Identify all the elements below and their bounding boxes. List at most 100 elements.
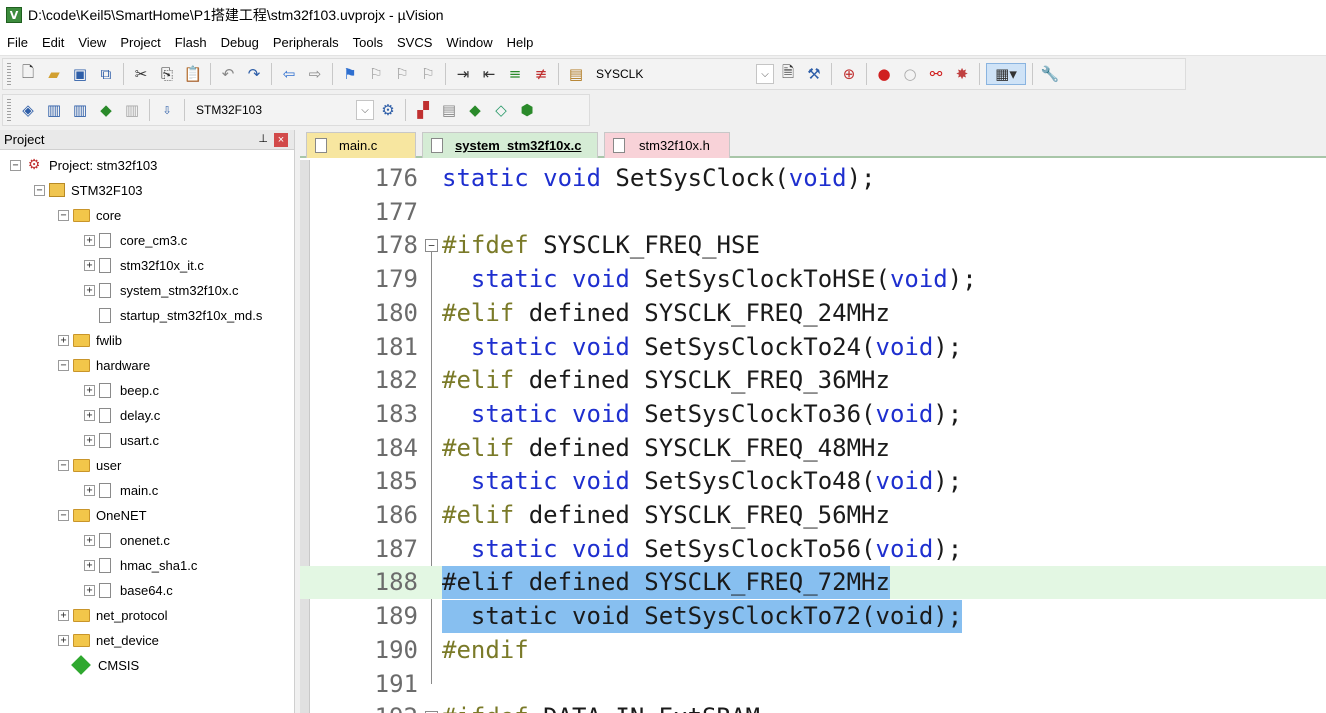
window-layout-icon[interactable]: ▦▾ bbox=[986, 63, 1026, 85]
rebuild-icon[interactable]: ▥ bbox=[69, 99, 91, 121]
pin-icon[interactable]: ⊥ bbox=[258, 132, 268, 145]
chevron-down-icon[interactable]: ⌵ bbox=[356, 100, 374, 120]
clear-bookmarks-icon[interactable]: ⚐ bbox=[417, 63, 439, 85]
bookmark-icon[interactable]: ⚑ bbox=[339, 63, 361, 85]
tree-item-target[interactable]: − STM32F103 bbox=[34, 179, 143, 201]
tree-item-file[interactable]: + delay.c bbox=[84, 404, 160, 426]
tree-item-project-root[interactable]: − ⚙ Project: stm32f103 bbox=[10, 154, 157, 176]
target-select[interactable]: STM32F103 ⌵ bbox=[189, 99, 375, 121]
menu-edit[interactable]: Edit bbox=[35, 32, 71, 54]
navigate-back-icon[interactable]: ⇦ bbox=[278, 63, 300, 85]
save-all-icon[interactable]: ⧉ bbox=[95, 63, 117, 85]
expand-icon[interactable]: + bbox=[84, 234, 95, 246]
comment-icon[interactable]: ≡ bbox=[504, 63, 526, 85]
tree-item-file[interactable]: + usart.c bbox=[84, 429, 159, 451]
menu-svcs[interactable]: SVCS bbox=[390, 32, 439, 54]
find-icon[interactable]: 🗎 bbox=[777, 63, 799, 85]
expand-icon[interactable]: + bbox=[84, 259, 95, 271]
debug-session-icon[interactable]: ⊕ bbox=[838, 63, 860, 85]
tree-item-group-net_protocol[interactable]: + net_protocol bbox=[58, 604, 168, 626]
batch-build-icon[interactable]: ◆ bbox=[95, 99, 117, 121]
tree-item-group-onenet[interactable]: − OneNET bbox=[58, 504, 147, 526]
expand-icon[interactable]: + bbox=[84, 384, 95, 396]
copy-icon[interactable]: ⎘ bbox=[156, 63, 178, 85]
tree-item-file[interactable]: + onenet.c bbox=[84, 529, 170, 551]
download-load-icon[interactable]: ⇩ bbox=[156, 99, 178, 121]
navigate-forward-icon[interactable]: ⇨ bbox=[304, 63, 326, 85]
pack-installer-icon[interactable]: ◇ bbox=[490, 99, 512, 121]
redo-icon[interactable]: ↷ bbox=[243, 63, 265, 85]
menu-view[interactable]: View bbox=[71, 32, 113, 54]
uncomment-icon[interactable]: ≢ bbox=[530, 63, 552, 85]
cut-icon[interactable]: ✂ bbox=[130, 63, 152, 85]
expand-icon[interactable]: + bbox=[58, 609, 69, 621]
tree-item-file[interactable]: + hmac_sha1.c bbox=[84, 554, 197, 576]
close-icon[interactable]: × bbox=[274, 133, 288, 147]
code-editor[interactable]: 176 static void SetSysClock(void); 177 178−… bbox=[300, 160, 1326, 713]
expand-icon[interactable]: + bbox=[84, 534, 95, 546]
tree-item-file[interactable]: + main.c bbox=[84, 479, 158, 501]
tab-system-stm32f10x-c[interactable]: system_stm32f10x.c bbox=[422, 132, 598, 158]
indent-icon[interactable]: ⇥ bbox=[452, 63, 474, 85]
tree-item-group-net_device[interactable]: + net_device bbox=[58, 629, 159, 651]
toolbar-grip[interactable] bbox=[7, 99, 11, 121]
tab-main-c[interactable]: main.c bbox=[306, 132, 416, 158]
tree-item-group-user[interactable]: − user bbox=[58, 454, 121, 476]
menu-file[interactable]: File bbox=[0, 32, 35, 54]
collapse-icon[interactable]: − bbox=[58, 209, 69, 221]
find-combo[interactable]: SYSCLK ⌵ bbox=[589, 63, 775, 85]
expand-icon[interactable]: + bbox=[58, 334, 69, 346]
manage-runtime-environment-icon[interactable]: ◆ bbox=[464, 99, 486, 121]
menu-help[interactable]: Help bbox=[500, 32, 541, 54]
collapse-icon[interactable]: − bbox=[58, 359, 69, 371]
menu-debug[interactable]: Debug bbox=[214, 32, 266, 54]
menu-tools[interactable]: Tools bbox=[346, 32, 390, 54]
expand-icon[interactable]: + bbox=[58, 634, 69, 646]
save-icon[interactable]: ▣ bbox=[69, 63, 91, 85]
incremental-find-icon[interactable]: ⚒ bbox=[803, 63, 825, 85]
menu-window[interactable]: Window bbox=[439, 32, 499, 54]
expand-icon[interactable]: + bbox=[84, 559, 95, 571]
insert-breakpoint-icon[interactable]: ● bbox=[873, 63, 895, 85]
tab-stm32f10x-h[interactable]: stm32f10x.h bbox=[604, 132, 730, 158]
tree-item-file[interactable]: + beep.c bbox=[84, 379, 159, 401]
tree-item-group-hardware[interactable]: − hardware bbox=[58, 354, 150, 376]
find-in-files-icon[interactable]: ▤ bbox=[565, 63, 587, 85]
configure-wrench-icon[interactable]: 🔧 bbox=[1039, 63, 1061, 85]
tree-item-file[interactable]: startup_stm32f10x_md.s bbox=[84, 304, 262, 326]
paste-icon[interactable]: 📋 bbox=[182, 63, 204, 85]
tree-item-group-fwlib[interactable]: + fwlib bbox=[58, 329, 122, 351]
tree-item-group-cmsis[interactable]: CMSIS bbox=[71, 654, 139, 676]
menu-project[interactable]: Project bbox=[113, 32, 167, 54]
tree-item-file[interactable]: + system_stm32f10x.c bbox=[84, 279, 239, 301]
pack-installer-download-icon[interactable]: ⬢ bbox=[516, 99, 538, 121]
expand-icon[interactable]: + bbox=[84, 434, 95, 446]
target-options-icon[interactable]: ⚙ bbox=[377, 99, 399, 121]
collapse-icon[interactable]: − bbox=[58, 459, 69, 471]
build-icon[interactable]: ▥ bbox=[43, 99, 65, 121]
menu-flash[interactable]: Flash bbox=[168, 32, 214, 54]
fold-collapse-icon[interactable]: − bbox=[425, 239, 438, 253]
expand-icon[interactable]: + bbox=[84, 484, 95, 496]
select-software-packs-icon[interactable]: ▤ bbox=[438, 99, 460, 121]
collapse-icon[interactable]: − bbox=[10, 159, 21, 171]
toolbar-grip[interactable] bbox=[7, 63, 11, 85]
collapse-icon[interactable]: − bbox=[58, 509, 69, 521]
expand-icon[interactable]: + bbox=[84, 284, 95, 296]
kill-all-breakpoints-icon[interactable]: ✸ bbox=[951, 63, 973, 85]
tree-item-group-core[interactable]: − core bbox=[58, 204, 121, 226]
stop-build-icon[interactable]: ▥ bbox=[121, 99, 143, 121]
translate-icon[interactable]: ◈ bbox=[17, 99, 39, 121]
prev-bookmark-icon[interactable]: ⚐ bbox=[365, 63, 387, 85]
expand-icon[interactable]: + bbox=[84, 584, 95, 596]
new-file-icon[interactable]: 🗋 bbox=[17, 63, 39, 85]
next-bookmark-icon[interactable]: ⚐ bbox=[391, 63, 413, 85]
expand-icon[interactable]: + bbox=[84, 409, 95, 421]
tree-item-file[interactable]: + stm32f10x_it.c bbox=[84, 254, 204, 276]
disable-breakpoint-icon[interactable]: ○ bbox=[899, 63, 921, 85]
collapse-icon[interactable]: − bbox=[34, 184, 45, 196]
disable-all-breakpoints-icon[interactable]: ⚯ bbox=[925, 63, 947, 85]
tree-item-file[interactable]: + base64.c bbox=[84, 579, 173, 601]
open-folder-icon[interactable]: ▰ bbox=[43, 63, 65, 85]
menu-peripherals[interactable]: Peripherals bbox=[266, 32, 346, 54]
